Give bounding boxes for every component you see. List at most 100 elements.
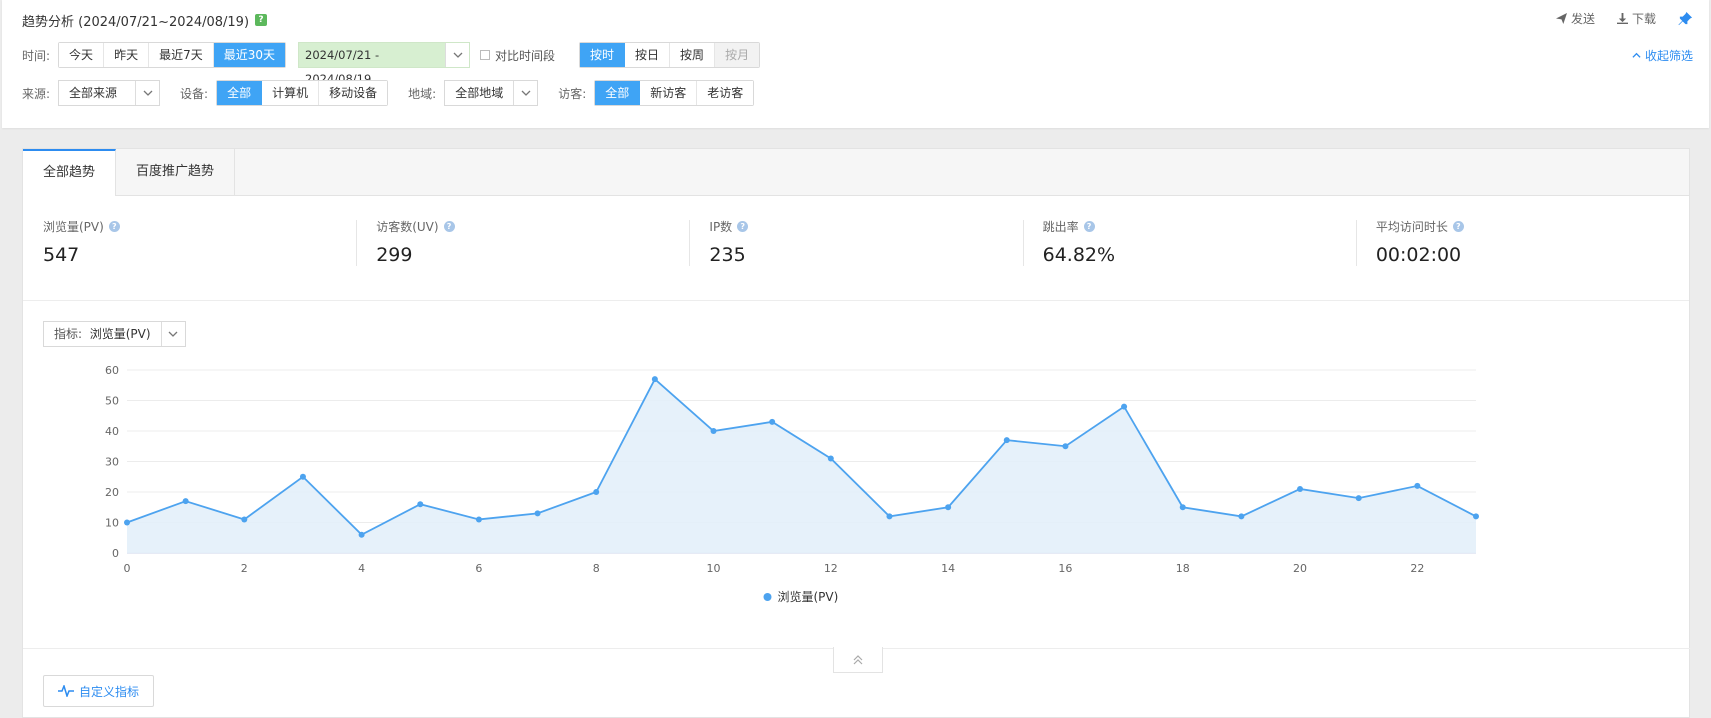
double-chevron-up-icon [853,654,863,664]
checkbox-box[interactable] [480,50,490,60]
date-range-picker[interactable]: 2024/07/21 - 2024/08/19 [298,42,470,86]
y-tick-label: 0 [112,547,119,560]
question-icon[interactable]: ? [737,221,749,232]
data-point [945,504,952,511]
data-point [1414,482,1421,489]
trend-tabs: 全部趋势 百度推广趋势 [23,149,1689,196]
collapse-chart-button[interactable] [833,647,883,673]
data-point [1473,513,1479,520]
metric-value: 00:02:00 [1375,244,1462,266]
y-tick-label: 60 [105,364,119,377]
metrics-summary: 浏览量(PV)? 547 访客数(UV)? 299 IP数? 235 跳出率? … [23,196,1689,301]
x-tick-label: 6 [475,562,482,575]
data-point [769,418,776,425]
x-tick-label: 12 [824,562,838,575]
x-tick-label: 22 [1410,562,1424,575]
x-tick-label: 18 [1176,562,1190,575]
question-icon[interactable]: ? [1452,221,1464,232]
x-tick-label: 16 [1058,562,1072,575]
visitor-option-returning[interactable]: 老访客 [697,81,754,105]
granularity-hour[interactable]: 按时 [580,43,626,67]
dimension-filter-row: 来源: 全部来源 设备: 全部 计算机 移动设备 地域: 全部地域 访客: 全部… [22,80,755,106]
pin-icon[interactable] [1678,11,1693,26]
legend-label: 浏览量(PV) [778,589,839,604]
y-tick-label: 30 [105,456,119,469]
chevron-down-icon[interactable] [513,81,538,105]
tab-baidu-promo-trend[interactable]: 百度推广趋势 [116,149,236,195]
metric-label: 访客数(UV) [376,220,439,234]
x-tick-label: 14 [941,562,955,575]
data-point [651,376,658,383]
download-label: 下载 [1631,12,1656,26]
time-filter-row: 时间: 今天 昨天 最近7天 最近30天 2024/07/21 - 2024/0… [22,42,761,86]
region-select[interactable]: 全部地域 [444,80,539,106]
metric-value: 299 [376,244,413,266]
visitor-label: 访客: [558,86,587,101]
trend-chart: 0 10 20 30 40 50 60 0 2 4 6 8 10 12 14 16 18 20 22 浏览量(PV) [23,349,1691,619]
send-label: 发送 [1570,12,1595,26]
visitor-option-all[interactable]: 全部 [595,81,641,105]
data-point [1355,495,1362,502]
filter-panel: 趋势分析 (2024/07/21~2024/08/19) ? 发送 下载 时间:… [2,0,1709,128]
granularity-month: 按月 [715,43,760,67]
visitor-option-new[interactable]: 新访客 [640,81,698,105]
help-icon[interactable]: ? [255,14,268,26]
device-option-computer[interactable]: 计算机 [262,81,320,105]
x-tick-label: 20 [1293,562,1307,575]
tab-all-trend[interactable]: 全部趋势 [23,149,117,196]
metric-bounce-rate: 跳出率? 64.82% [1022,218,1356,300]
indicator-label: 指标: 浏览量(PV) [54,327,151,341]
download-icon [1616,13,1628,24]
question-icon[interactable]: ? [108,221,120,232]
time-option-today[interactable]: 今天 [59,43,105,67]
x-tick-label: 2 [241,562,248,575]
metric-value: 547 [43,244,80,266]
metric-label: 跳出率 [1042,220,1079,234]
metric-value: 64.82% [1042,244,1116,266]
x-tick-label: 4 [358,562,365,575]
indicator-select[interactable]: 指标: 浏览量(PV) [43,321,186,347]
time-option-30days[interactable]: 最近30天 [213,43,285,67]
data-point [827,455,834,462]
trend-chart-svg: 0 10 20 30 40 50 60 0 2 4 6 8 10 12 14 16 18 20 22 浏览量(PV) [105,364,1479,604]
visitor-options: 全部 新访客 老访客 [594,80,755,106]
data-point [1003,437,1010,444]
compare-label: 对比时间段 [495,48,556,63]
series-area [127,379,1476,553]
x-tick-label: 10 [707,562,721,575]
time-option-7days[interactable]: 最近7天 [149,43,214,67]
chevron-down-icon[interactable] [135,81,160,105]
custom-indicator-label: 自定义指标 [79,684,140,699]
chevron-up-icon [1632,52,1641,58]
x-tick-label: 0 [124,562,131,575]
download-button[interactable]: 下载 [1616,10,1656,27]
time-label: 时间: [22,48,51,63]
source-value: 全部来源 [69,86,118,100]
granularity-week[interactable]: 按周 [670,43,716,67]
data-point [710,428,717,434]
data-point [886,513,893,520]
source-label: 来源: [22,86,51,101]
compare-checkbox[interactable]: 对比时间段 [480,47,555,64]
metric-label: 浏览量(PV) [43,220,104,234]
device-option-mobile[interactable]: 移动设备 [319,81,388,105]
data-point [593,489,600,495]
collapse-filter-link[interactable]: 收起筛选 [1632,47,1693,64]
send-button[interactable]: 发送 [1555,10,1595,27]
indicator-value: 浏览量(PV) [89,327,151,341]
data-point [1297,485,1304,492]
chevron-down-icon[interactable] [160,322,185,346]
question-icon[interactable]: ? [443,221,455,232]
device-options: 全部 计算机 移动设备 [216,80,389,106]
custom-indicator-button[interactable]: 自定义指标 [43,675,155,707]
time-option-yesterday[interactable]: 昨天 [104,43,150,67]
data-point [241,516,248,523]
chevron-down-icon[interactable] [445,43,469,67]
granularity-day[interactable]: 按日 [625,43,671,67]
date-range-value: 2024/07/21 - 2024/08/19 [299,43,445,86]
question-icon[interactable]: ? [1083,221,1095,232]
device-option-all[interactable]: 全部 [217,81,263,105]
data-point [124,519,130,526]
source-select[interactable]: 全部来源 [58,80,161,106]
metric-label: 平均访问时长 [1375,220,1448,234]
